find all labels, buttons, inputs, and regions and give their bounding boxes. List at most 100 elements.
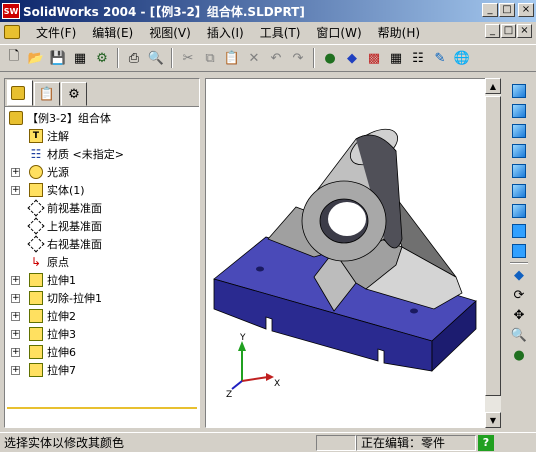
mounting-hole [256, 266, 264, 272]
cut-icon[interactable]: ✂ [178, 48, 198, 68]
rollback-bar[interactable] [7, 407, 197, 409]
new-icon[interactable]: 🗋 [4, 48, 24, 68]
traffic-light-icon[interactable]: ● [320, 48, 340, 68]
pan-icon[interactable]: ✥ [509, 306, 529, 324]
expand-icon[interactable]: + [11, 311, 20, 321]
doc-minimize-button[interactable]: _ [485, 24, 500, 38]
tree-item-label: 前视基准面 [47, 202, 102, 215]
copy-icon[interactable]: ⧉ [200, 48, 220, 68]
preview-icon[interactable]: 🔍 [146, 48, 166, 68]
print-preview-icon[interactable]: ▦ [70, 48, 90, 68]
configuration-manager-tab[interactable]: ⚙ [61, 82, 87, 106]
tree-item-material[interactable]: ☷ 材质 <未指定> [5, 145, 199, 163]
redo-icon[interactable]: ↷ [288, 48, 308, 68]
vertical-scrollbar[interactable]: ▲ ▼ [485, 78, 501, 428]
menu-bar: 文件(F) 编辑(E) 视图(V) 插入(I) 工具(T) 窗口(W) 帮助(H… [0, 22, 536, 42]
menu-insert[interactable]: 插入(I) [199, 24, 252, 41]
sketch-icon[interactable]: ✎ [430, 48, 450, 68]
extrude-icon [29, 273, 43, 287]
minimize-button[interactable]: _ [482, 3, 498, 17]
tree-item-label: 光源 [47, 166, 69, 179]
normal-to-icon[interactable] [512, 224, 526, 238]
scroll-down-icon[interactable]: ▼ [485, 412, 501, 428]
close-button[interactable]: × [518, 3, 534, 17]
shaded-icon[interactable] [512, 244, 526, 258]
cut-extrude-icon [29, 291, 43, 305]
document-icon[interactable] [4, 25, 20, 39]
undo-icon[interactable]: ↶ [266, 48, 286, 68]
paste-icon[interactable]: 📋 [222, 48, 242, 68]
isometric-view-icon[interactable] [512, 204, 526, 218]
expand-icon[interactable]: + [11, 167, 20, 177]
menu-help[interactable]: 帮助(H) [370, 24, 428, 41]
table-icon[interactable]: ☷ [408, 48, 428, 68]
tree-item-lighting[interactable]: + 光源 [5, 163, 199, 181]
expand-icon[interactable]: + [11, 185, 20, 195]
top-view-icon[interactable] [512, 164, 526, 178]
tree-item-extrude3[interactable]: + 拉伸3 [5, 325, 199, 343]
expand-icon[interactable]: + [11, 275, 20, 285]
bore-hole-through [328, 202, 366, 236]
options-icon[interactable]: ⚙ [92, 48, 112, 68]
solid-bodies-icon [29, 183, 43, 197]
traffic-light-icon[interactable]: ● [509, 346, 529, 364]
doc-close-button[interactable]: × [517, 24, 532, 38]
grid-icon[interactable]: ▦ [386, 48, 406, 68]
menu-view[interactable]: 视图(V) [141, 24, 199, 41]
menu-window[interactable]: 窗口(W) [308, 24, 369, 41]
solidworks-logo-icon[interactable]: SW [2, 3, 20, 19]
right-view-icon[interactable] [512, 144, 526, 158]
back-view-icon[interactable] [512, 104, 526, 118]
tree-item-right-plane[interactable]: 右视基准面 [5, 235, 199, 253]
origin-icon: ↳ [30, 255, 42, 269]
part-model[interactable]: Y X Z [206, 79, 498, 427]
save-icon[interactable]: 💾 [48, 48, 68, 68]
tree-item-cut-extrude1[interactable]: + 切除-拉伸1 [5, 289, 199, 307]
menu-file[interactable]: 文件(F) [28, 24, 84, 41]
mounting-hole [410, 308, 418, 314]
tree-item-origin[interactable]: ↳ 原点 [5, 253, 199, 271]
expand-icon[interactable]: + [11, 293, 20, 303]
tree-item-label: 材质 <未指定> [47, 148, 124, 161]
print-icon[interactable]: ⎙ [124, 48, 144, 68]
menu-edit[interactable]: 编辑(E) [84, 24, 141, 41]
doc-restore-button[interactable]: □ [501, 24, 516, 38]
select-plane-icon[interactable]: ◆ [509, 266, 529, 284]
property-manager-tab[interactable]: 📋 [34, 82, 60, 106]
rotate-icon[interactable]: ⟳ [509, 286, 529, 304]
tree-item-extrude7[interactable]: + 拉伸7 [5, 361, 199, 379]
zoom-icon[interactable]: 🔍 [509, 326, 529, 344]
globe-icon[interactable]: 🌐 [452, 48, 472, 68]
color-palette-icon[interactable]: ▩ [364, 48, 384, 68]
tree-item-solid-bodies[interactable]: + 实体(1) [5, 181, 199, 199]
edit-color-icon[interactable]: ◆ [342, 48, 362, 68]
front-view-icon[interactable] [512, 84, 526, 98]
x-axis-label: X [274, 379, 280, 389]
bottom-view-icon[interactable] [512, 184, 526, 198]
tree-item-extrude6[interactable]: + 拉伸6 [5, 343, 199, 361]
maximize-button[interactable]: □ [499, 3, 515, 17]
tree-root[interactable]: 【例3-2】组合体 [5, 109, 199, 127]
plane-icon [27, 235, 45, 253]
tree-item-annotations[interactable]: T 注解 [5, 127, 199, 145]
tree-item-top-plane[interactable]: 上视基准面 [5, 217, 199, 235]
help-icon[interactable]: ? [478, 434, 494, 451]
scroll-up-icon[interactable]: ▲ [485, 78, 501, 94]
menu-tools[interactable]: 工具(T) [252, 24, 309, 41]
left-view-icon[interactable] [512, 124, 526, 138]
graphics-area[interactable]: Y X Z [205, 78, 499, 428]
expand-icon[interactable]: + [11, 365, 20, 375]
z-axis-label: Z [226, 390, 232, 400]
tree-item-extrude1[interactable]: + 拉伸1 [5, 271, 199, 289]
feature-manager-tab[interactable] [7, 80, 33, 106]
feature-tree: 【例3-2】组合体 T 注解 ☷ 材质 <未指定> + 光源 + 实体(1) 前… [5, 107, 199, 409]
expand-icon[interactable]: + [11, 329, 20, 339]
tree-item-front-plane[interactable]: 前视基准面 [5, 199, 199, 217]
open-icon[interactable]: 📂 [26, 48, 46, 68]
tree-item-label: 拉伸3 [47, 328, 76, 341]
delete-icon[interactable]: ✕ [244, 48, 264, 68]
feature-manager-panel: 📋 ⚙ 【例3-2】组合体 T 注解 ☷ 材质 <未指定> + 光源 + 实体(… [4, 78, 200, 428]
expand-icon[interactable]: + [11, 347, 20, 357]
scroll-thumb[interactable] [485, 96, 501, 396]
tree-item-extrude2[interactable]: + 拉伸2 [5, 307, 199, 325]
